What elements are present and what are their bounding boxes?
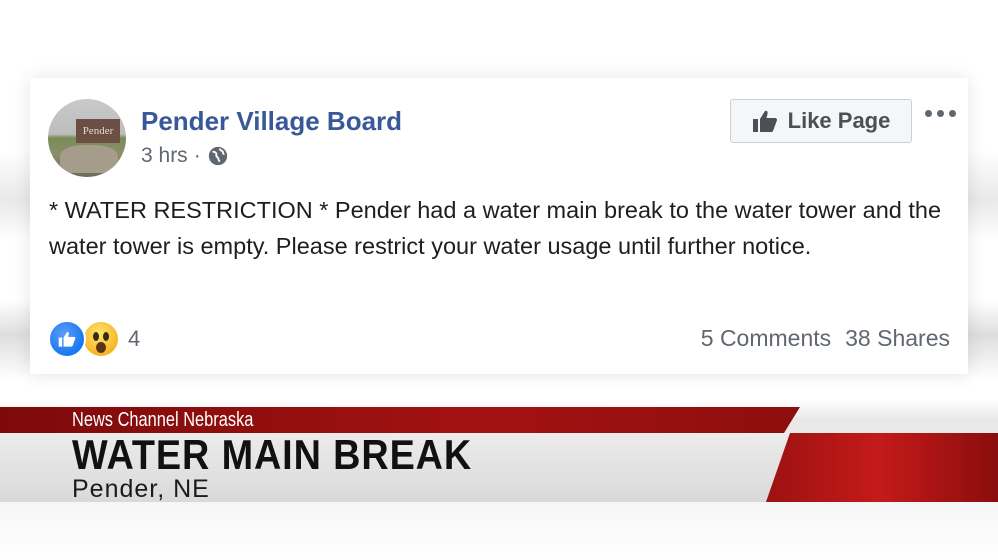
meta-separator: · (193, 144, 201, 167)
reactions-summary[interactable]: 4 (48, 320, 141, 358)
avatar-sign: Pender (76, 119, 120, 143)
wow-reaction-icon (82, 320, 120, 358)
post-stats: 5 Comments 38 Shares (701, 325, 950, 352)
comments-link[interactable]: 5 Comments (701, 325, 831, 352)
like-page-label: Like Page (787, 108, 891, 133)
lower-third-location: Pender, NE (72, 475, 210, 503)
post-meta: 3 hrs · (141, 144, 229, 168)
shares-link[interactable]: 38 Shares (845, 325, 950, 352)
more-dots-icon[interactable] (922, 103, 958, 123)
thumbs-up-icon (752, 110, 777, 132)
lower-third-red-accent (760, 433, 998, 502)
post-timestamp[interactable]: 3 hrs (141, 144, 188, 168)
globe-icon (208, 146, 227, 166)
avatar[interactable]: Pender (48, 99, 126, 177)
like-reaction-icon (48, 320, 86, 358)
like-page-button[interactable]: Like Page (730, 99, 912, 143)
page-name-link[interactable]: Pender Village Board (141, 106, 402, 137)
network-name: News Channel Nebraska (72, 409, 254, 431)
avatar-rock (60, 145, 118, 173)
lower-third-headline: WATER MAIN BREAK (72, 431, 473, 478)
post-text: * WATER RESTRICTION * Pender had a water… (49, 197, 942, 259)
reaction-count: 4 (128, 326, 141, 351)
